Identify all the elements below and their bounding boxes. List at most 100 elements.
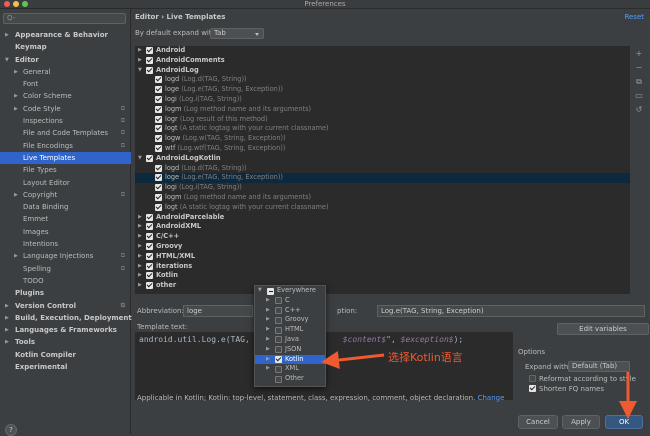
context-checkbox[interactable]: [275, 365, 282, 373]
chevron-right-icon[interactable]: ▶: [14, 103, 18, 115]
sidebar-item[interactable]: Images: [0, 226, 131, 238]
sidebar-item[interactable]: File Encodings ⧉: [0, 140, 131, 152]
template-group[interactable]: ▶ AndroidParcelable: [135, 213, 630, 223]
context-item[interactable]: ▶ JSON: [255, 345, 325, 355]
context-item[interactable]: ▶ C++: [255, 306, 325, 316]
sidebar-item[interactable]: Data Binding: [0, 201, 131, 213]
sidebar-item[interactable]: ▶ Build, Execution, Deployment: [0, 312, 132, 324]
sidebar-item[interactable]: File and Code Templates ⧉: [0, 127, 131, 139]
template-checkbox[interactable]: [146, 56, 153, 64]
template-item[interactable]: logt (A static logtag with your current …: [135, 124, 630, 134]
sidebar-item[interactable]: Plugins: [0, 287, 131, 299]
template-group[interactable]: ▼ AndroidLogKotlin: [135, 154, 630, 164]
context-item[interactable]: ▶ Groovy: [255, 315, 325, 325]
chevron-right-icon[interactable]: ▶: [138, 262, 142, 272]
sidebar-item[interactable]: ▶ Version Control ⧉: [0, 300, 131, 312]
sidebar-item[interactable]: ▶ Code Style ⧉: [0, 103, 131, 115]
context-checkbox[interactable]: [267, 287, 274, 295]
template-item[interactable]: logr (Log result of this method): [135, 115, 630, 125]
chevron-right-icon[interactable]: ▶: [14, 189, 18, 201]
chevron-right-icon[interactable]: ▶: [138, 281, 142, 291]
sidebar-item[interactable]: Layout Editor: [0, 177, 131, 189]
context-item[interactable]: Other: [255, 374, 325, 384]
template-checkbox[interactable]: [146, 262, 153, 270]
template-checkbox[interactable]: [155, 115, 162, 123]
template-item[interactable]: loge (Log.e(TAG, String, Exception)): [135, 173, 630, 184]
template-checkbox[interactable]: [155, 144, 162, 152]
sidebar-item[interactable]: File Types: [0, 164, 131, 176]
sidebar-item[interactable]: ▶ Appearance & Behavior: [0, 29, 131, 41]
template-checkbox[interactable]: [155, 193, 162, 201]
template-item[interactable]: wtf (Log.wtf(TAG, String, Exception)): [135, 144, 630, 154]
sidebar-item[interactable]: Intentions: [0, 238, 131, 250]
template-group[interactable]: ▶ AndroidXML: [135, 222, 630, 232]
chevron-right-icon[interactable]: ▶: [138, 232, 142, 242]
chevron-right-icon[interactable]: ▶: [5, 312, 9, 324]
template-item[interactable]: logd (Log.d(TAG, String)): [135, 164, 630, 174]
template-checkbox[interactable]: [146, 272, 153, 280]
sidebar-item[interactable]: Emmet: [0, 213, 131, 225]
context-checkbox[interactable]: [275, 346, 282, 354]
chevron-right-icon[interactable]: ▶: [5, 300, 9, 312]
chevron-right-icon[interactable]: ▶: [5, 324, 9, 336]
template-item[interactable]: logi (Log.i(TAG, String)): [135, 95, 630, 105]
sidebar-item[interactable]: Spelling ⧉: [0, 263, 131, 275]
template-item[interactable]: logt (A static logtag with your current …: [135, 203, 630, 213]
context-checkbox[interactable]: [275, 307, 282, 315]
sidebar-item[interactable]: ▶ General: [0, 66, 131, 78]
template-checkbox[interactable]: [146, 154, 153, 162]
context-checkbox[interactable]: [275, 326, 282, 334]
expand-with-select[interactable]: Tab: [210, 28, 264, 39]
template-item[interactable]: logd (Log.d(TAG, String)): [135, 75, 630, 85]
chevron-right-icon[interactable]: ▶: [5, 29, 9, 41]
template-group[interactable]: ▶ C/C++: [135, 232, 630, 242]
template-group[interactable]: ▶ Kotlin: [135, 271, 630, 281]
template-checkbox[interactable]: [155, 95, 162, 103]
settings-search-input[interactable]: Q-: [3, 13, 126, 24]
chevron-down-icon[interactable]: ▼: [258, 286, 262, 296]
add-icon[interactable]: +: [633, 49, 645, 63]
chevron-right-icon[interactable]: ▶: [266, 345, 270, 355]
context-checkbox[interactable]: [275, 316, 282, 324]
template-group[interactable]: ▶ AndroidComments: [135, 56, 630, 66]
sidebar-item[interactable]: ▶ Color Scheme: [0, 90, 131, 102]
template-item[interactable]: loge (Log.e(TAG, String, Exception)): [135, 85, 630, 95]
template-checkbox[interactable]: [146, 213, 153, 221]
template-checkbox[interactable]: [146, 233, 153, 241]
chevron-down-icon[interactable]: ▼: [5, 54, 9, 66]
description-field[interactable]: Log.e(TAG, String, Exception): [377, 305, 645, 317]
remove-icon[interactable]: −: [633, 63, 645, 77]
chevron-down-icon[interactable]: ▼: [138, 154, 142, 164]
context-item[interactable]: ▶ HTML: [255, 325, 325, 335]
sidebar-item[interactable]: Experimental: [0, 361, 131, 373]
sidebar-item[interactable]: TODO: [0, 275, 131, 287]
chevron-right-icon[interactable]: ▶: [266, 296, 270, 306]
template-checkbox[interactable]: [146, 252, 153, 260]
help-button[interactable]: ?: [5, 424, 17, 436]
context-popup[interactable]: ▼ Everywhere ▶ C ▶ C++ ▶ Groovy ▶ HTML ▶ Java ▶ JSON ▶…: [254, 285, 326, 387]
template-checkbox[interactable]: [155, 184, 162, 192]
context-item[interactable]: ▼ Everywhere: [255, 286, 325, 296]
options-expand-select[interactable]: Default (Tab): [568, 361, 630, 372]
change-context-link[interactable]: Change: [478, 394, 505, 402]
cancel-button[interactable]: Cancel: [518, 415, 558, 429]
restore-icon[interactable]: ▭: [633, 91, 645, 105]
shorten-option[interactable]: Shorten FQ names: [529, 385, 604, 393]
chevron-right-icon[interactable]: ▶: [266, 355, 270, 365]
chevron-right-icon[interactable]: ▶: [266, 335, 270, 345]
template-checkbox[interactable]: [146, 47, 153, 54]
context-checkbox[interactable]: [275, 375, 282, 383]
chevron-right-icon[interactable]: ▶: [138, 56, 142, 66]
sidebar-item[interactable]: Kotlin Compiler: [0, 349, 131, 361]
chevron-right-icon[interactable]: ▶: [266, 325, 270, 335]
chevron-right-icon[interactable]: ▶: [5, 336, 9, 348]
template-item[interactable]: logw (Log.w(TAG, String, Exception)): [135, 134, 630, 144]
sidebar-item[interactable]: ▶ Language Injections ⧉: [0, 250, 131, 262]
context-checkbox[interactable]: [275, 297, 282, 305]
template-checkbox[interactable]: [146, 66, 153, 74]
template-item[interactable]: logm (Log method name and its arguments): [135, 193, 630, 203]
context-checkbox[interactable]: [275, 336, 282, 344]
template-item[interactable]: logi (Log.i(TAG, String)): [135, 183, 630, 193]
chevron-down-icon[interactable]: ▼: [138, 66, 142, 76]
reset-link[interactable]: Reset: [624, 13, 644, 21]
